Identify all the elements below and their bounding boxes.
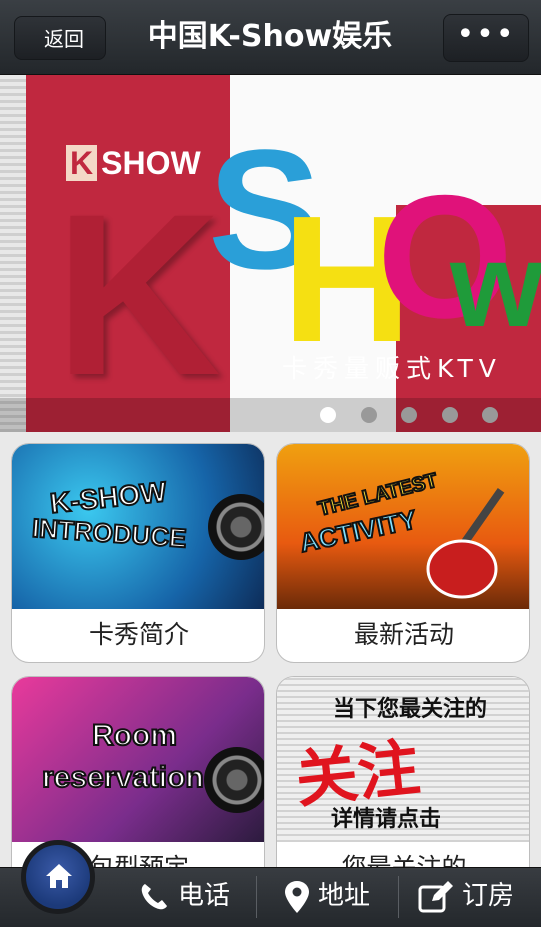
carousel-dot-2[interactable]: [361, 407, 377, 423]
card-kshow-introduce[interactable]: K-SHOW INTRODUCE 卡秀简介: [11, 443, 265, 663]
art-text-room: Room: [91, 718, 178, 753]
carousel-dot-1[interactable]: [320, 407, 336, 423]
art-text-focus-bottom: 详情请点击: [331, 807, 442, 832]
nav-separator: [256, 876, 257, 918]
book-room-button[interactable]: 订房: [418, 867, 514, 926]
more-options-button[interactable]: •••: [443, 14, 529, 62]
header-bar: 返回 中国K-Show娱乐 •••: [0, 0, 541, 75]
carousel-dot-3[interactable]: [401, 407, 417, 423]
art-text-introduce: INTRODUCE: [30, 512, 188, 555]
banner-carousel[interactable]: K SHOW K S H O w 卡秀量贩式KTV: [0, 75, 541, 432]
location-pin-icon: [285, 880, 309, 913]
home-icon: [46, 864, 72, 888]
banner-big-k: K: [55, 166, 222, 423]
book-room-label: 订房: [462, 881, 515, 911]
phone-icon: [141, 883, 167, 909]
edit-icon: [418, 880, 453, 912]
banner-tagline: 卡秀量贩式KTV: [282, 354, 502, 383]
card-your-focus[interactable]: 当下您最关注的 关注 详情请点击 您最关注的: [276, 676, 530, 896]
home-button[interactable]: [21, 840, 95, 914]
carousel-dot-4[interactable]: [442, 407, 458, 423]
card-image-room: Room reservation: [12, 677, 264, 842]
card-image-activity: THE LATEST ACTIVITY: [277, 444, 529, 609]
address-label: 地址: [318, 881, 371, 911]
call-label: 电话: [178, 881, 231, 911]
card-latest-activity[interactable]: THE LATEST ACTIVITY 最新活动: [276, 443, 530, 663]
carousel-dot-5[interactable]: [482, 407, 498, 423]
banner-letter-w: w: [450, 218, 541, 352]
page-title: 中国K-Show娱乐: [147, 19, 393, 54]
address-button[interactable]: 地址: [284, 867, 370, 926]
card-label: 卡秀简介: [88, 620, 189, 649]
speaker-icon: [204, 747, 264, 813]
card-image-introduce: K-SHOW INTRODUCE: [12, 444, 264, 609]
guitar-icon: [426, 488, 505, 599]
call-button[interactable]: 电话: [138, 867, 230, 926]
carousel-indicator-bar: [0, 398, 541, 432]
back-button[interactable]: 返回: [14, 16, 106, 60]
art-text-kshow: K-SHOW: [48, 475, 169, 520]
art-text-reservation: reservation: [41, 760, 205, 795]
speaker-icon: [208, 494, 264, 560]
card-label: 最新活动: [353, 620, 454, 649]
card-image-focus: 当下您最关注的 关注 详情请点击: [277, 677, 529, 842]
nav-separator: [398, 876, 399, 918]
